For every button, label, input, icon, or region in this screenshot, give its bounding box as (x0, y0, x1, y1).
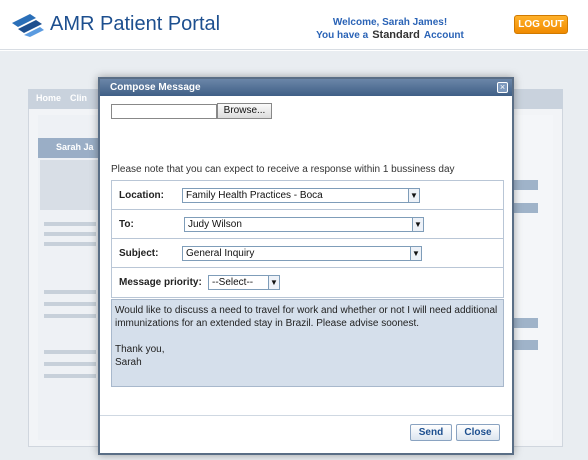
location-value: Family Health Practices - Boca (186, 190, 323, 201)
background-side-button (514, 318, 538, 328)
brand-title: AMR Patient Portal (50, 13, 221, 35)
background-right-column (513, 115, 553, 440)
background-tab-home: Home (36, 93, 62, 103)
message-form: Location: Family Health Practices - Boca… (111, 180, 504, 298)
location-row: Location: Family Health Practices - Boca… (112, 181, 503, 210)
subject-row: Subject: General Inquiry ▼ (112, 239, 503, 268)
chevron-down-icon: ▼ (408, 189, 419, 202)
background-line (44, 302, 96, 306)
to-select[interactable]: Judy Wilson ▼ (184, 217, 424, 232)
to-value: Judy Wilson (188, 219, 242, 230)
background-line (44, 350, 96, 354)
location-label: Location: (119, 190, 164, 201)
top-header: AMR Patient Portal Welcome, Sarah James!… (0, 0, 588, 50)
priority-row: Message priority: --Select-- ▼ (112, 268, 503, 297)
background-line (44, 290, 96, 294)
background-side-button (514, 203, 538, 213)
background-line (44, 362, 96, 366)
dialog-divider (100, 415, 512, 416)
location-select[interactable]: Family Health Practices - Boca ▼ (182, 188, 420, 203)
background-patient-name: Sarah Ja (38, 138, 100, 158)
dialog-title: Compose Message (100, 79, 512, 96)
logout-button[interactable]: LOG OUT (514, 15, 568, 34)
to-label: To: (119, 219, 134, 230)
chevron-down-icon: ▼ (410, 247, 421, 260)
background-tab-clin: Clin (70, 93, 87, 103)
background-side-button (514, 180, 538, 190)
priority-value: --Select-- (212, 277, 254, 288)
send-button[interactable]: Send (410, 424, 452, 441)
account-prefix: You have a (316, 30, 369, 41)
account-suffix: Account (423, 30, 464, 41)
compose-message-dialog: Compose Message × Browse... Please note … (98, 77, 514, 455)
welcome-block: Welcome, Sarah James! You have a Standard… (300, 17, 480, 42)
welcome-text: Welcome, Sarah James! (332, 17, 448, 28)
background-line (44, 314, 96, 318)
background-line (44, 242, 96, 246)
subject-value: General Inquiry (186, 248, 255, 259)
subject-label: Subject: (119, 248, 159, 259)
message-textarea[interactable]: Would like to discuss a need to travel f… (111, 299, 504, 387)
background-side-button (514, 340, 538, 350)
browse-button[interactable]: Browse... (217, 103, 272, 119)
background-line (44, 222, 96, 226)
subject-select[interactable]: General Inquiry ▼ (182, 246, 422, 261)
priority-label: Message priority: (119, 277, 202, 288)
priority-select[interactable]: --Select-- ▼ (208, 275, 280, 290)
background-line (44, 374, 96, 378)
background-avatar (40, 160, 98, 210)
response-note: Please note that you can expect to recei… (111, 164, 455, 175)
account-line: You have a Standard Account (300, 29, 480, 42)
close-icon[interactable]: × (497, 82, 508, 93)
chevron-down-icon: ▼ (268, 276, 279, 289)
attachment-file-field[interactable] (111, 104, 217, 119)
amr-logo-icon (12, 14, 44, 37)
account-type: Standard (372, 29, 420, 41)
background-line (44, 232, 96, 236)
chevron-down-icon: ▼ (412, 218, 423, 231)
to-row: To: Judy Wilson ▼ (112, 210, 503, 239)
close-button[interactable]: Close (456, 424, 500, 441)
